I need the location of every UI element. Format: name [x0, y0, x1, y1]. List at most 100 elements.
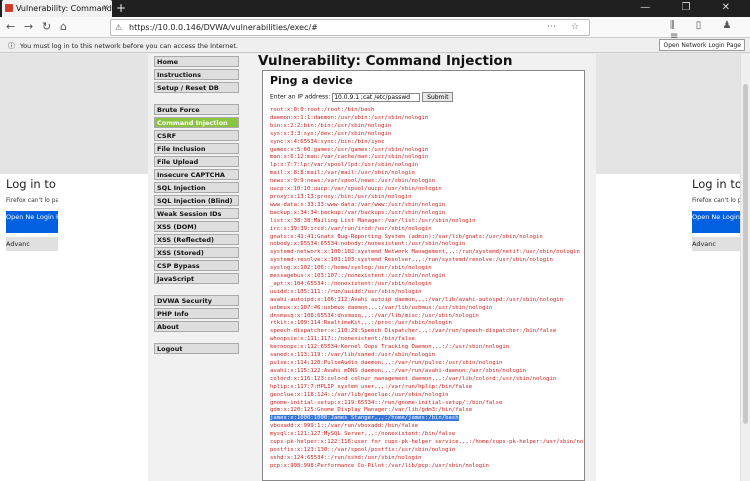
new-tab-button[interactable]: +	[116, 1, 126, 15]
output-line: gdm:x:120:125:Gnome Display Manager:/var…	[270, 407, 473, 414]
output-line: man:x:6:12:man:/var/cache/man:/usr/sbin/…	[270, 154, 429, 161]
left-panel-text: Firefox can't lo page for some	[6, 197, 58, 204]
output-line: systemd-network:x:100:102:systemd Networ…	[270, 249, 580, 256]
right-advanced-button[interactable]: Advanc	[692, 237, 740, 251]
output-line: root:x:0:0:root:/root:/bin/bash	[270, 107, 375, 113]
page-scrollbar[interactable]	[740, 54, 750, 481]
forward-icon[interactable]: →	[24, 20, 33, 33]
sidebar-item-xss-dom[interactable]: XSS (DOM)	[154, 221, 239, 232]
right-panel-heading: Log in to network	[692, 177, 740, 191]
sidebar-item-csp-bypass[interactable]: CSP Bypass	[154, 260, 239, 271]
sidebar-item-weak-session-ids[interactable]: Weak Session IDs	[154, 208, 239, 219]
reload-icon[interactable]: ↻	[42, 20, 51, 33]
output-line: hplip:x:117:7:HPLIP system user,,,:/var/…	[270, 383, 473, 390]
favicon-icon	[5, 4, 13, 12]
output-line: _apt:x:104:65534::/nonexistent:/usr/sbin…	[270, 280, 432, 287]
output-line: backup:x:34:34:backup:/var/backups:/usr/…	[270, 209, 446, 216]
output-line: games:x:5:60:games:/usr/games:/usr/sbin/…	[270, 146, 429, 153]
tab-close-icon[interactable]: ✕	[102, 3, 109, 12]
sidebar-item-brute-force[interactable]: Brute Force	[154, 104, 239, 115]
navigation-bar: ← → ↻ ⌂ ⚠ https://10.0.0.146/DVWA/vulner…	[0, 17, 750, 42]
sidebar-item-sql-injection-blind[interactable]: SQL Injection (Blind)	[154, 195, 239, 206]
menu-spacer	[154, 286, 239, 295]
page-content: Log in to network Firefox can't lo page …	[0, 54, 750, 481]
url-bar[interactable]: ⚠ https://10.0.0.146/DVWA/vulnerabilitie…	[110, 19, 590, 36]
sidebar-item-xss-stored[interactable]: XSS (Stored)	[154, 247, 239, 258]
output-line: sys:x:3:3:sys:/dev:/usr/sbin/nologin	[270, 130, 392, 137]
sidebar-item-sql-injection[interactable]: SQL Injection	[154, 182, 239, 193]
tab-title: Vulnerability: Command Injectio	[16, 4, 112, 13]
output-line: list:x:38:38:Mailing List Manager:/var/l…	[270, 217, 476, 224]
sidebar-item-csrf[interactable]: CSRF	[154, 130, 239, 141]
ip-input[interactable]	[332, 92, 421, 102]
sidebar-item-dvwa-security[interactable]: DVWA Security	[154, 295, 239, 306]
right-login-panel: Log in to network Firefox can't lo page …	[690, 177, 740, 327]
url-text: https://10.0.0.146/DVWA/vulnerabilities/…	[129, 23, 318, 32]
output-line: avahi:x:115:122:Avahi mDNS daemon,,,:/va…	[270, 367, 526, 374]
output-line: avahi-autoipd:x:106:112:Avahi autoip dae…	[270, 296, 563, 303]
sidebar-item-home[interactable]: Home	[154, 56, 239, 67]
open-network-login-button[interactable]: Open Network Login Page	[659, 39, 745, 51]
sidebar-item-file-upload[interactable]: File Upload	[154, 156, 239, 167]
ping-title: Ping a device	[270, 74, 353, 87]
menu-spacer	[154, 334, 239, 343]
sidebar-item-command-injection[interactable]: Command Injection	[154, 117, 239, 128]
home-icon[interactable]: ⌂	[60, 20, 67, 33]
info-icon: ⓘ	[8, 42, 15, 50]
ip-label: Enter an IP address:	[270, 93, 331, 101]
output-line: daemon:x:1:1:daemon:/usr/sbin:/usr/sbin/…	[270, 114, 429, 121]
output-line: dnsmasq:x:108:65534:dnsmasq,,,:/var/lib/…	[270, 312, 479, 319]
output-line: colord:x:116:123:colord colour managemen…	[270, 375, 557, 382]
menu-spacer	[154, 95, 239, 104]
output-line: uucp:x:10:10:uucp:/var/spool/uucp:/usr/s…	[270, 186, 442, 193]
output-line: lp:x:7:7:lp:/var/spool/lpd:/usr/sbin/nol…	[270, 162, 419, 169]
output-line: mysql:x:121:127:MySQL Server,,,:/nonexis…	[270, 431, 456, 438]
output-line: sshd:x:124:65534::/run/sshd:/usr/sbin/no…	[270, 454, 422, 461]
right-panel-text: Firefox can't lo page for some	[692, 197, 740, 204]
output-line: pcp:x:998:998:Performance Co-Pilot:/var/…	[270, 462, 489, 469]
window-controls[interactable]: — ❐ ✕	[640, 2, 744, 13]
right-open-login-button[interactable]: Open Ne Login P	[692, 211, 740, 233]
output-line: kernoops:x:112:65534:Kernel Oops Trackin…	[270, 344, 510, 351]
page-title: Vulnerability: Command Injection	[258, 54, 513, 69]
vulnerable-code-box: Ping a device Enter an IP address: Submi…	[262, 70, 585, 481]
sidebar-item-instructions[interactable]: Instructions	[154, 69, 239, 80]
output-line: vboxadd:x:999:1::/var/run/vboxadd:/bin/f…	[270, 423, 419, 430]
dvwa-sidebar: Home Instructions Setup / Reset DB Brute Fo…	[154, 56, 239, 356]
command-output: root:x:0:0:root:/root:/bin/bash daemon:x:…	[270, 107, 584, 471]
output-line: news:x:9:9:news:/var/spool/news:/usr/sbi…	[270, 178, 436, 185]
lock-warning-icon: ⚠	[115, 23, 123, 32]
sidebar-item-insecure-captcha[interactable]: Insecure CAPTCHA	[154, 169, 239, 180]
output-line: uuidd:x:105:111::/run/uuidd:/usr/sbin/no…	[270, 288, 422, 295]
output-line: pulse:x:114:120:PulseAudio daemon,,,:/va…	[270, 360, 503, 366]
left-panel-heading: Log in to network	[6, 177, 58, 191]
left-open-login-button[interactable]: Open Ne Login P	[6, 211, 58, 233]
page-actions-icons[interactable]: ⋯ ☆	[547, 22, 585, 32]
output-line: nobody:x:65534:65534:nobody:/nonexistent…	[270, 241, 466, 248]
sidebar-item-logout[interactable]: Logout	[154, 343, 239, 354]
notice-text: You must log in to this network before y…	[20, 42, 238, 50]
sidebar-item-javascript[interactable]: JavaScript	[154, 273, 239, 284]
output-line: cups-pk-helper:x:122:116:user for cups-p…	[270, 439, 585, 446]
scrollbar-thumb[interactable]	[743, 84, 748, 424]
back-icon[interactable]: ←	[6, 20, 15, 33]
sidebar-item-about[interactable]: About	[154, 321, 239, 332]
sidebar-item-xss-reflected[interactable]: XSS (Reflected)	[154, 234, 239, 245]
highlighted-output-line: james:x:1000:1000:James Stanger,,,:/home…	[270, 415, 459, 422]
browser-tab[interactable]: Vulnerability: Command Injectio ✕	[2, 0, 112, 17]
output-line: saned:x:113:119::/var/lib/saned:/usr/sbi…	[270, 352, 436, 359]
output-line: mail:x:8:8:mail:/var/mail:/usr/sbin/nolo…	[270, 170, 415, 177]
sidebar-item-file-inclusion[interactable]: File Inclusion	[154, 143, 239, 154]
output-line: speech-dispatcher:x:110:29:Speech Dispat…	[270, 328, 557, 335]
output-line: www-data:x:33:33:www-data:/var/www:/usr/…	[270, 201, 446, 208]
output-line: postfix:x:123:130::/var/spool/postfix:/u…	[270, 446, 456, 453]
sidebar-item-setup-reset-db[interactable]: Setup / Reset DB	[154, 82, 239, 93]
output-line: geoclue:x:118:124::/var/lib/geoclue:/usr…	[270, 391, 449, 398]
output-line: proxy:x:13:13:proxy:/bin:/usr/sbin/nolog…	[270, 193, 412, 200]
submit-button[interactable]: Submit	[422, 92, 454, 102]
output-line: gnome-initial-setup:x:119:65534::/run/gn…	[270, 399, 503, 406]
sidebar-item-php-info[interactable]: PHP Info	[154, 308, 239, 319]
output-line: sync:x:4:65534:sync:/bin:/bin/sync	[270, 138, 385, 145]
left-advanced-button[interactable]: Advanc	[6, 237, 58, 251]
browser-titlebar: Vulnerability: Command Injectio ✕ + — ❐ …	[0, 0, 750, 17]
